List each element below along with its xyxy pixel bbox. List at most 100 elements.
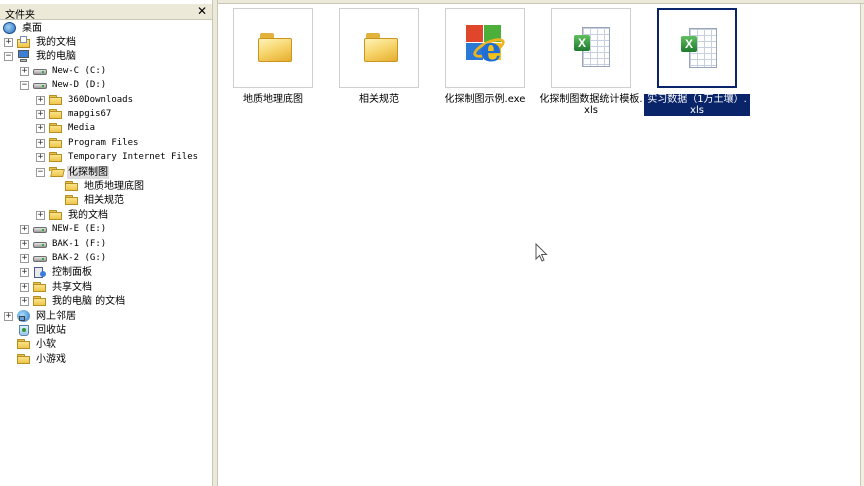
tree-item[interactable]: − 我的电脑 xyxy=(4,50,77,64)
tree-item-label: New-C (C:) xyxy=(52,65,107,76)
tree-item[interactable]: + 网上邻居 xyxy=(4,309,77,323)
close-icon[interactable]: ✕ xyxy=(197,4,207,18)
expand-icon[interactable]: + xyxy=(4,311,13,321)
tree-item[interactable]: +360Downloads xyxy=(36,93,134,107)
folder-icon xyxy=(16,338,32,351)
tree-item[interactable]: 地质地理底图 xyxy=(52,179,145,193)
file-thumbnail[interactable] xyxy=(339,8,419,88)
tree-item[interactable]: + Media xyxy=(36,122,96,136)
tree-item-label: Media xyxy=(68,123,96,134)
file-item[interactable]: X 化探制图数据统计模板.xls xyxy=(538,8,644,116)
expand-icon[interactable]: + xyxy=(36,109,45,119)
collapse-icon[interactable]: − xyxy=(20,81,29,91)
tree-item[interactable]: + NEW-E (E:) xyxy=(20,223,107,237)
drive-icon xyxy=(32,238,48,251)
folder-pane-title: 文件夹 xyxy=(5,10,35,21)
folder-icon xyxy=(16,353,32,366)
expand-icon[interactable]: + xyxy=(36,210,45,220)
tree-item[interactable]: 小游戏 xyxy=(4,352,67,366)
excel-icon: X xyxy=(681,28,719,72)
tree-item-label: BAK-1 (F:) xyxy=(52,238,107,249)
tree-item[interactable]: + New-C (C:) xyxy=(20,64,107,78)
tree-item[interactable]: − New-D (D:) xyxy=(20,79,107,93)
file-item[interactable]: 地质地理底图 xyxy=(220,8,326,105)
tree-item-label: New-D (D:) xyxy=(52,80,107,91)
network-icon xyxy=(16,309,32,323)
expand-icon[interactable]: + xyxy=(20,66,29,76)
folder-icon xyxy=(48,94,64,107)
tree-item-label: 回收站 xyxy=(36,324,66,336)
file-thumbnail[interactable]: e xyxy=(445,8,525,88)
folder-icon xyxy=(64,180,80,193)
recycle-bin-icon xyxy=(16,324,32,337)
tree-item-label: 我的文档 xyxy=(68,209,108,221)
tree-item-label: 我的电脑 的文档 xyxy=(52,296,126,308)
tree-item-label: 360Downloads xyxy=(68,94,134,105)
mouse-cursor-icon xyxy=(535,243,548,262)
tree-item-label: 化探制图 xyxy=(67,165,109,179)
tree-item[interactable]: + BAK-2 (G:) xyxy=(20,251,107,265)
tree-item[interactable]: 回收站 xyxy=(4,323,67,337)
folder-icon xyxy=(48,108,64,121)
expand-icon[interactable]: + xyxy=(36,124,45,134)
expand-icon[interactable]: + xyxy=(20,225,29,235)
collapse-icon[interactable]: − xyxy=(4,52,13,62)
drive-icon xyxy=(32,79,48,92)
tree-item[interactable]: 小软 xyxy=(4,338,57,352)
tree-item-label: BAK-2 (G:) xyxy=(52,252,107,263)
drive-icon xyxy=(32,65,48,78)
tree-item-label: 小软 xyxy=(36,339,56,351)
folder-icon xyxy=(48,137,64,150)
tree-item[interactable]: − 化探制图 xyxy=(36,165,109,179)
folder-icon xyxy=(364,33,398,63)
file-thumbnail[interactable]: X xyxy=(551,8,631,88)
expand-icon[interactable]: + xyxy=(20,282,29,292)
expand-icon[interactable]: + xyxy=(36,95,45,105)
expand-icon[interactable]: + xyxy=(20,297,29,307)
expand-icon[interactable]: + xyxy=(36,138,45,148)
tree-item[interactable]: + Temporary Internet Files xyxy=(36,151,199,165)
control-panel-icon xyxy=(32,266,48,279)
file-name-label: 化探制图示例.exe xyxy=(444,94,526,105)
tree-item-label: 桌面 xyxy=(22,22,42,34)
expand-icon[interactable]: + xyxy=(36,153,45,163)
collapse-icon[interactable]: − xyxy=(36,167,45,177)
folder-open-icon xyxy=(48,166,64,179)
expand-icon[interactable]: + xyxy=(20,239,29,249)
tree-item[interactable]: 相关规范 xyxy=(52,194,125,208)
tree-item-label: 网上邻居 xyxy=(36,310,76,322)
folder-pane-header: 文件夹 ✕ xyxy=(0,4,212,21)
file-item[interactable]: e 化探制图示例.exe xyxy=(432,8,538,105)
drive-icon xyxy=(32,223,48,236)
tree-item[interactable]: + Program Files xyxy=(36,136,139,150)
file-thumbnail[interactable] xyxy=(233,8,313,88)
expand-icon[interactable]: + xyxy=(20,268,29,278)
tree-item-label: Temporary Internet Files xyxy=(68,152,199,163)
tree-item[interactable]: + 我的文档 xyxy=(36,208,109,222)
folder-icon xyxy=(258,33,292,63)
tree-item[interactable]: + 我的电脑 的文档 xyxy=(20,295,126,309)
tree-item[interactable]: + 共享文档 xyxy=(20,280,93,294)
tree-item-label: 共享文档 xyxy=(52,281,92,293)
tree-item[interactable]: + 我的文档 xyxy=(4,35,77,49)
file-item[interactable]: 相关规范 xyxy=(326,8,432,105)
toolbar-edge xyxy=(218,0,864,4)
expand-icon[interactable]: + xyxy=(20,253,29,263)
tree-item[interactable]: + 控制面板 xyxy=(20,266,93,280)
file-name-label: 地质地理底图 xyxy=(243,94,303,105)
file-item[interactable]: X 实习数据（1万土壤）.xls xyxy=(644,8,750,116)
internet-explorer-icon: e xyxy=(466,25,508,69)
tree-item[interactable]: + BAK-1 (F:) xyxy=(20,237,107,251)
folder-icon xyxy=(32,295,48,308)
file-name-label: 实习数据（1万土壤）.xls xyxy=(644,94,750,116)
expand-icon[interactable]: + xyxy=(4,37,13,47)
file-name-label: 化探制图数据统计模板.xls xyxy=(539,94,643,116)
file-thumbnail[interactable]: X xyxy=(657,8,737,88)
vertical-scrollbar[interactable] xyxy=(860,4,864,486)
tree-item[interactable]: + mapgis67 xyxy=(36,107,112,121)
tree-item-label: 小游戏 xyxy=(36,353,66,365)
tree-item[interactable]: 桌面 xyxy=(2,21,43,35)
tree-item-label: 地质地理底图 xyxy=(84,180,144,192)
